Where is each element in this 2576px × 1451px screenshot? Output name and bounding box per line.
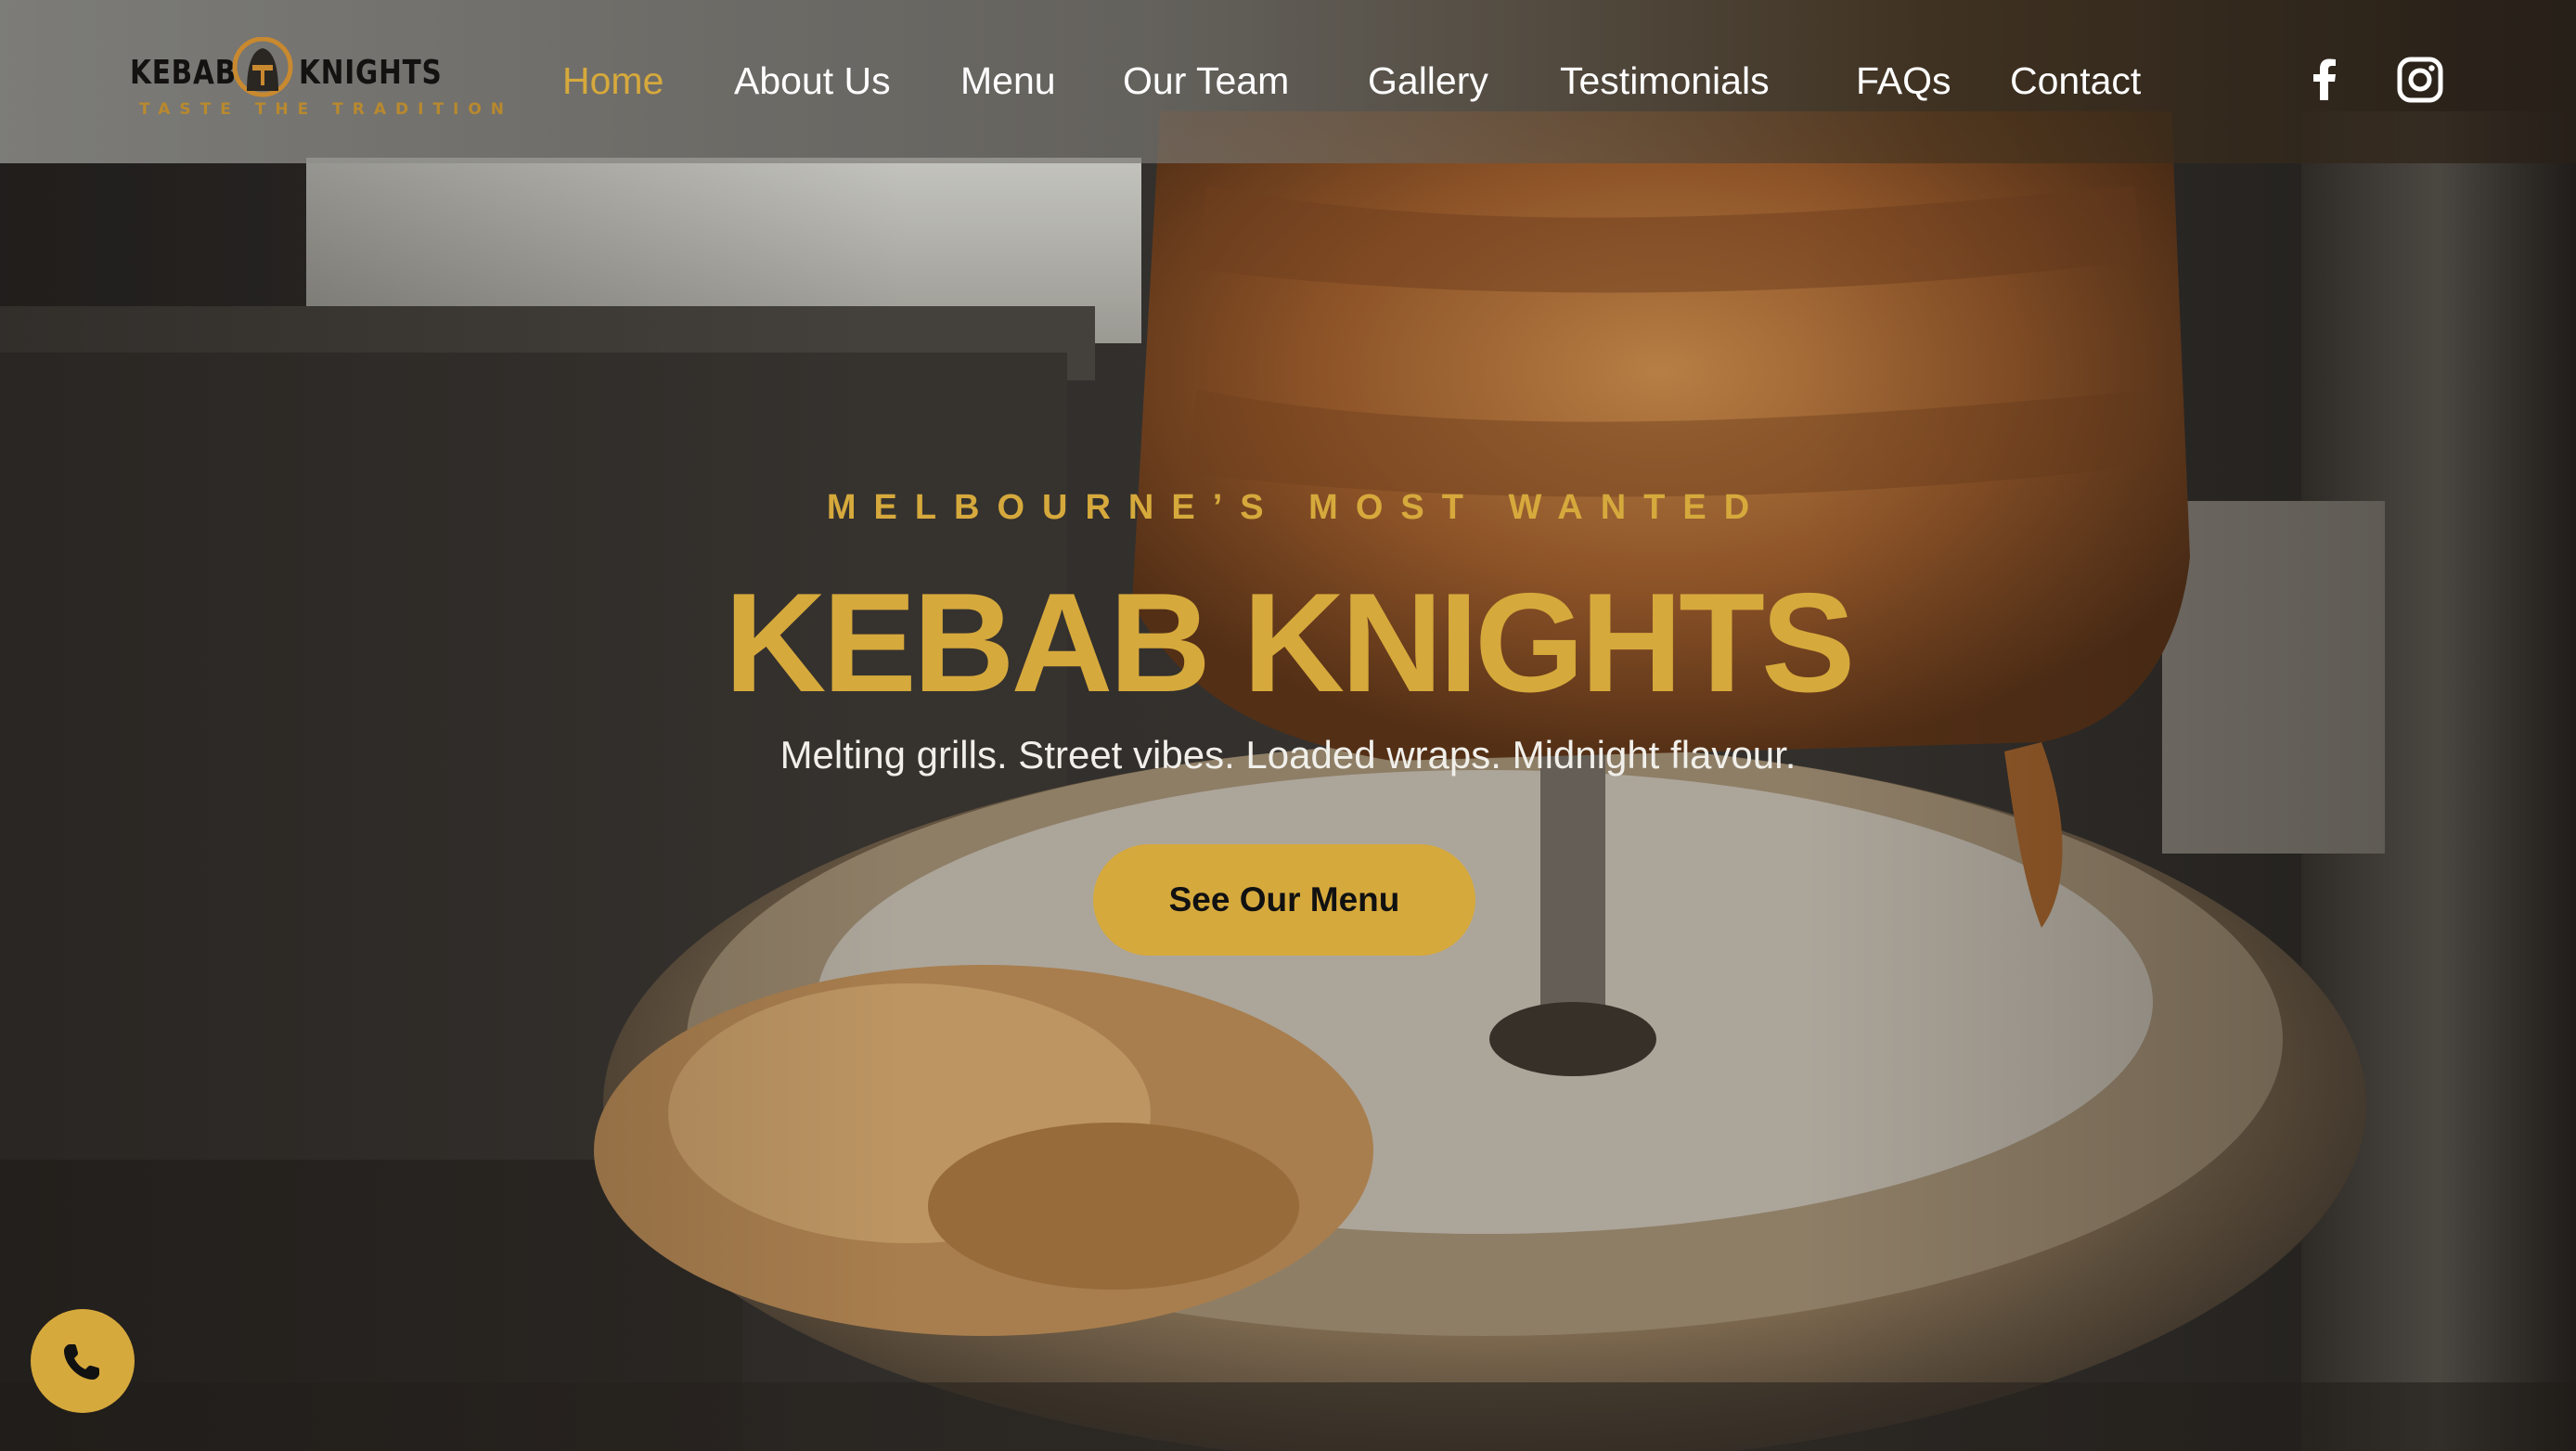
nav-item-our-team[interactable]: Our Team — [1123, 48, 1289, 113]
knight-helmet-icon — [232, 37, 293, 97]
landing-page: KEBAB KNIGHTS TASTE THE TRADITION Home A… — [0, 0, 2576, 1451]
see-our-menu-button[interactable]: See Our Menu — [1093, 844, 1475, 956]
nav-item-testimonials[interactable]: Testimonials — [1560, 48, 1770, 113]
logo-word-left: KEBAB — [130, 54, 237, 92]
nav-item-gallery[interactable]: Gallery — [1368, 48, 1488, 113]
hero-subtitle: Melting grills. Street vibes. Loaded wra… — [779, 733, 1797, 777]
facebook-icon[interactable] — [2299, 54, 2351, 106]
nav-item-contact[interactable]: Contact — [2010, 48, 2141, 113]
logo-tagline: TASTE THE TRADITION — [139, 100, 514, 119]
hero-eyebrow: MELBOURNE’S MOST WANTED — [826, 488, 1768, 527]
nav-item-home[interactable]: Home — [562, 48, 663, 113]
instagram-icon[interactable] — [2394, 54, 2446, 106]
call-button[interactable] — [31, 1309, 135, 1413]
brand-logo[interactable]: KEBAB KNIGHTS TASTE THE TRADITION — [130, 37, 504, 126]
nav-item-about-us[interactable]: About Us — [734, 48, 891, 113]
phone-icon — [64, 1344, 99, 1380]
nav-item-menu[interactable]: Menu — [960, 48, 1056, 113]
hero-overlay — [0, 0, 2576, 1451]
site-header: KEBAB KNIGHTS TASTE THE TRADITION Home A… — [0, 0, 2576, 163]
hero-title: KEBAB KNIGHTS — [724, 564, 1856, 722]
nav-item-faqs[interactable]: FAQs — [1856, 48, 1951, 113]
logo-word-right: KNIGHTS — [299, 54, 443, 92]
